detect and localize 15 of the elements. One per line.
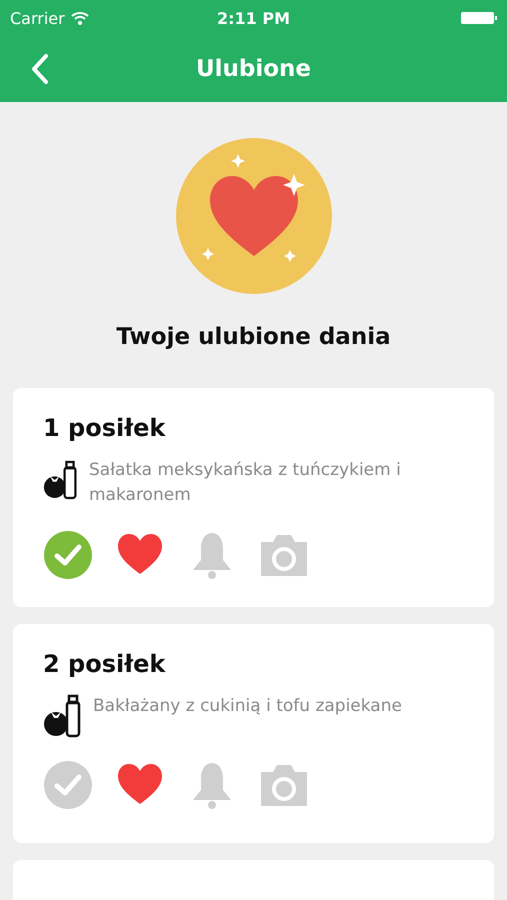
done-check-icon[interactable] bbox=[43, 760, 93, 810]
carrier-label: Carrier bbox=[10, 8, 65, 28]
done-check-icon[interactable] bbox=[43, 530, 93, 580]
screen-title: Ulubione bbox=[194, 56, 312, 82]
wifi-icon bbox=[70, 11, 89, 25]
meal-title: 2 posiłek bbox=[43, 650, 167, 678]
dish-name: Bakłażany z cukinią i tofu zapiekane bbox=[93, 695, 402, 718]
battery-icon bbox=[461, 11, 497, 25]
dish-name: Sałatka meksykańska z tuńczykiem i makaronem bbox=[89, 459, 402, 507]
tomato-bottle-icon bbox=[43, 694, 83, 738]
heart-badge-icon bbox=[176, 138, 332, 294]
tomato-bottle-icon bbox=[43, 458, 79, 502]
meal-title: 1 posiłek bbox=[43, 414, 167, 442]
status-time: 2:11 PM bbox=[216, 8, 290, 28]
favorites-heading: Twoje ulubione dania bbox=[116, 324, 391, 350]
